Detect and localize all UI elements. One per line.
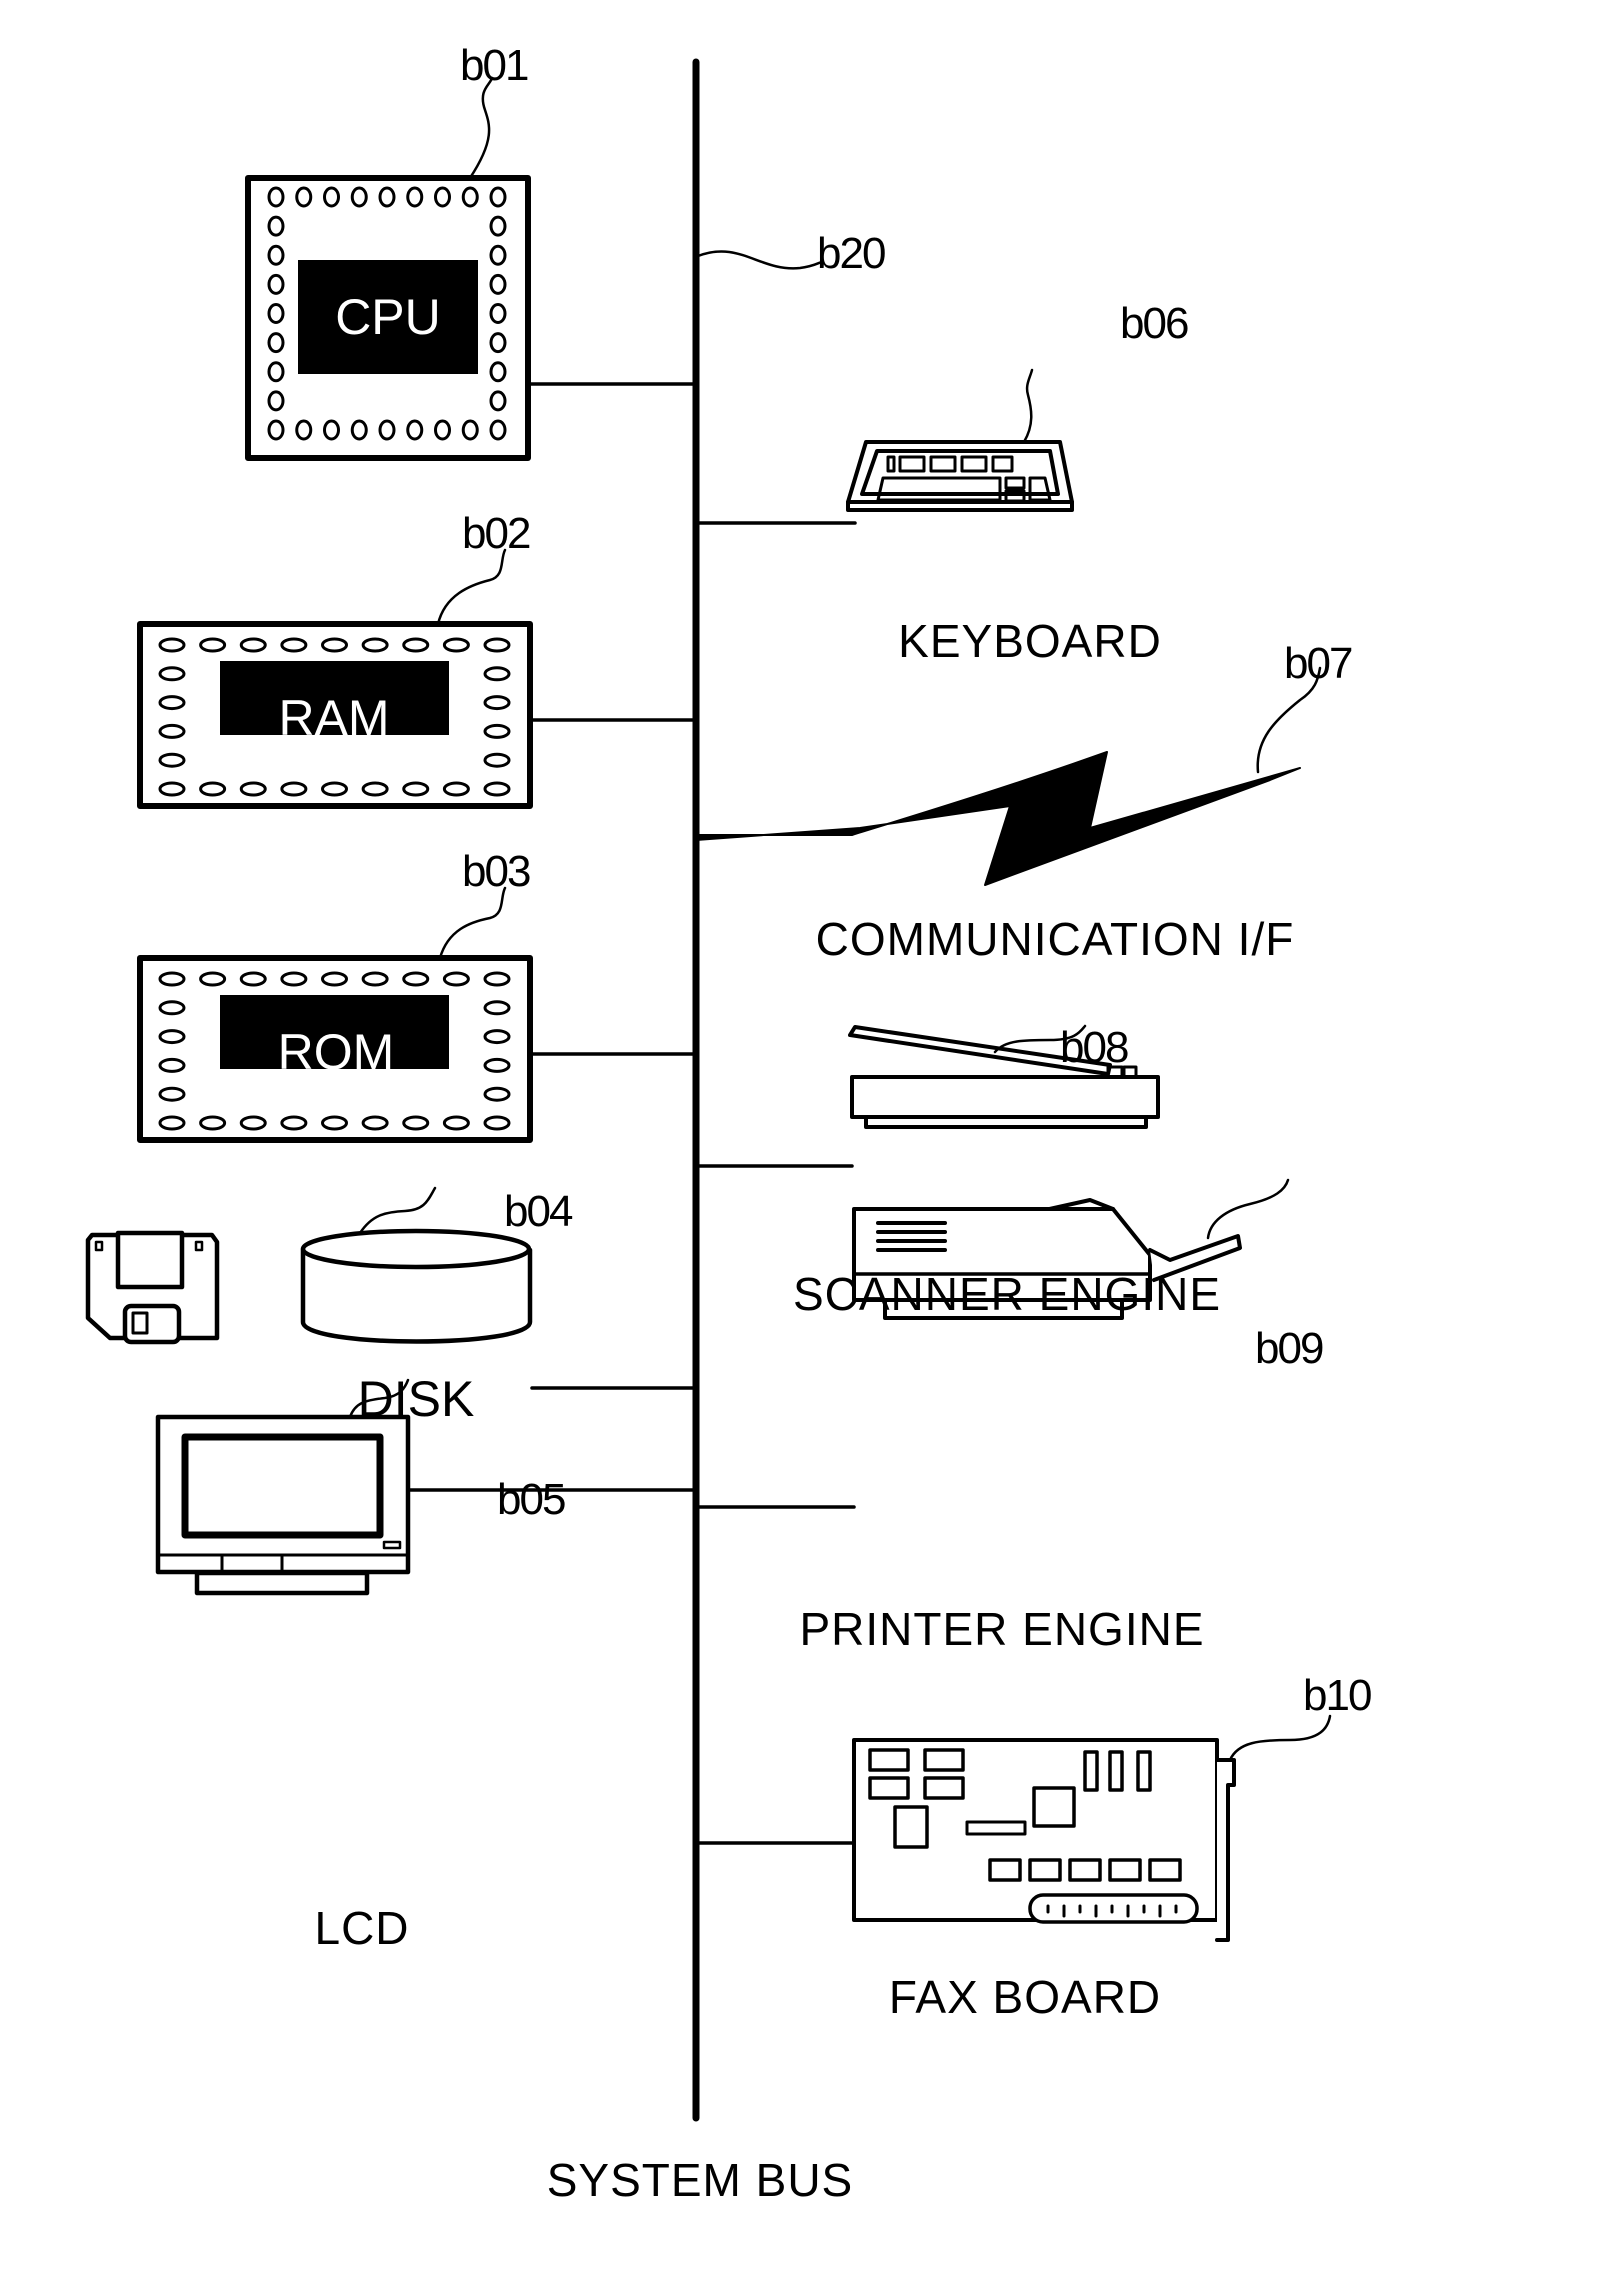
ram-label: RAM	[278, 690, 389, 746]
b08-ref-label: b08	[1060, 1023, 1128, 1072]
rom-label: ROM	[278, 1024, 395, 1080]
b10-leader-line	[1228, 1714, 1332, 1762]
keyboard-caption: KEYBOARD	[898, 615, 1162, 667]
b01-ref-label: b01	[460, 41, 528, 90]
system-block-diagram: b01 CPU b02 RAM b03 ROM b04 DISK b05 LCD…	[85, 41, 1373, 2206]
floppy-disk-icon	[85, 1230, 220, 1345]
b09-ref-label: b09	[1255, 1324, 1323, 1373]
b10-ref-label: b10	[1303, 1671, 1371, 1720]
disk-drive-icon	[300, 1186, 533, 1344]
fax-caption: FAX BOARD	[889, 1971, 1161, 2023]
cpu-chip	[245, 76, 531, 461]
b20-ref-label: b20	[817, 229, 885, 278]
rom-chip	[137, 886, 533, 1143]
communication-lightning-icon	[695, 666, 1322, 886]
scanner-caption: SCANNER ENGINE	[793, 1268, 1221, 1320]
b06-ref-label: b06	[1120, 299, 1188, 348]
cpu-label: CPU	[335, 289, 441, 345]
system-bus-caption: SYSTEM BUS	[547, 2154, 854, 2206]
b02-leader-line	[436, 548, 507, 626]
b04-leader-line	[358, 1186, 437, 1235]
b03-ref-label: b03	[462, 847, 530, 896]
b06-leader-line	[1022, 368, 1034, 444]
b04-ref-label: b04	[504, 1187, 573, 1236]
b03-leader-line	[438, 886, 507, 960]
fax-board-icon	[852, 1714, 1332, 1942]
disk-label: DISK	[358, 1371, 475, 1427]
lcd-caption: LCD	[314, 1902, 409, 1954]
ram-chip	[137, 548, 533, 809]
b09-leader-line	[1206, 1178, 1290, 1240]
b02-ref-label: b02	[462, 509, 530, 558]
communication-caption: COMMUNICATION I/F	[816, 913, 1295, 965]
b07-ref-label: b07	[1284, 639, 1352, 688]
printer-caption: PRINTER ENGINE	[799, 1603, 1204, 1655]
keyboard-icon	[846, 368, 1074, 512]
b01-leader-line	[468, 76, 494, 180]
b05-ref-label: b05	[497, 1475, 565, 1524]
b20-leader-line	[696, 250, 824, 270]
